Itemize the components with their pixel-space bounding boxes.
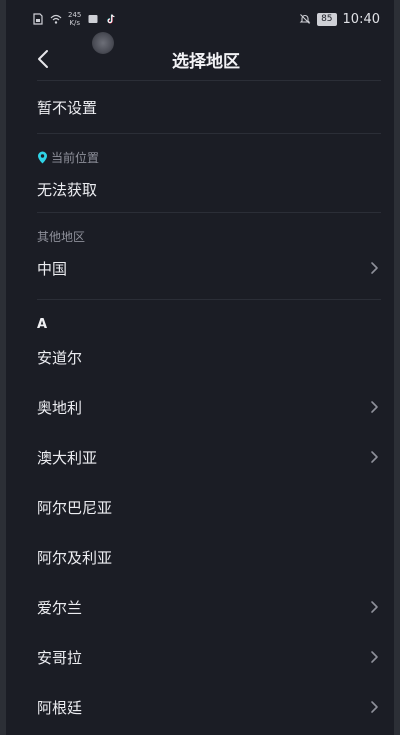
region-item[interactable]: 阿尔及利亚 [12, 532, 400, 582]
chevron-right-icon [371, 451, 378, 463]
network-speed-unit: K/s [69, 19, 80, 27]
phone-frame: 245 K/s 85 10:40 选择地区 暂不设置 当前位置 无法获取 其他地… [0, 0, 400, 735]
region-item[interactable]: 澳大利亚 [12, 432, 400, 482]
region-item[interactable]: 阿尔巴尼亚 [12, 482, 400, 532]
region-list: 暂不设置 当前位置 无法获取 其他地区 中国 A 安道尔 奥地利 澳大利亚 阿尔… [12, 80, 400, 732]
clock: 10:40 [342, 11, 380, 27]
current-location-text: 无法获取 [37, 180, 98, 199]
region-label: 爱尔兰 [37, 598, 83, 617]
region-item[interactable]: 爱尔兰 [12, 582, 400, 632]
network-speed: 245 K/s [68, 11, 81, 27]
index-letter-header: A [37, 317, 48, 332]
location-pin-icon [38, 151, 47, 164]
region-item[interactable]: 安哥拉 [12, 632, 400, 682]
region-item-china[interactable]: 中国 [12, 245, 400, 291]
back-button[interactable] [30, 46, 56, 72]
region-item[interactable]: 奥地利 [12, 382, 400, 432]
region-label: 奥地利 [37, 398, 83, 417]
chevron-right-icon [371, 651, 378, 663]
region-label: 阿根廷 [37, 698, 83, 717]
chevron-right-icon [371, 601, 378, 613]
region-label: 安道尔 [37, 348, 83, 367]
back-arrow-icon [38, 50, 48, 68]
sim-icon [33, 13, 43, 25]
mute-bell-icon [299, 14, 311, 24]
navigation-bar: 选择地区 [12, 38, 400, 80]
other-regions-header: 其他地区 [12, 213, 400, 245]
region-rows: 安道尔奥地利澳大利亚阿尔巴尼亚阿尔及利亚爱尔兰安哥拉阿根廷 [12, 332, 400, 732]
tiktok-icon [107, 14, 115, 24]
chevron-right-icon [371, 262, 378, 274]
chevron-right-icon [371, 701, 378, 713]
current-location-header: 当前位置 [12, 134, 400, 166]
region-label: 阿尔及利亚 [37, 548, 113, 567]
network-speed-value: 245 [68, 11, 82, 19]
page-title: 选择地区 [172, 51, 240, 72]
region-label: 安哥拉 [37, 648, 83, 667]
current-location-label: 当前位置 [51, 151, 100, 165]
battery-indicator: 85 [317, 12, 337, 26]
current-location-value[interactable]: 无法获取 [12, 166, 400, 212]
region-label: 中国 [37, 259, 68, 278]
chevron-right-icon [371, 401, 378, 413]
wifi-icon [50, 14, 62, 24]
status-bar: 245 K/s 85 10:40 [6, 0, 394, 38]
status-left: 245 K/s [32, 11, 117, 27]
region-item[interactable]: 安道尔 [12, 332, 400, 382]
region-label: 阿尔巴尼亚 [37, 498, 113, 517]
other-regions-label: 其他地区 [37, 230, 86, 244]
region-label: 澳大利亚 [37, 448, 98, 467]
current-location-label-group: 当前位置 [37, 149, 99, 166]
region-item[interactable]: 阿根廷 [12, 682, 400, 732]
no-setting-option[interactable]: 暂不设置 [12, 81, 400, 133]
status-right: 85 10:40 [299, 12, 380, 27]
no-setting-label: 暂不设置 [37, 98, 98, 117]
image-notification-icon [88, 15, 98, 23]
